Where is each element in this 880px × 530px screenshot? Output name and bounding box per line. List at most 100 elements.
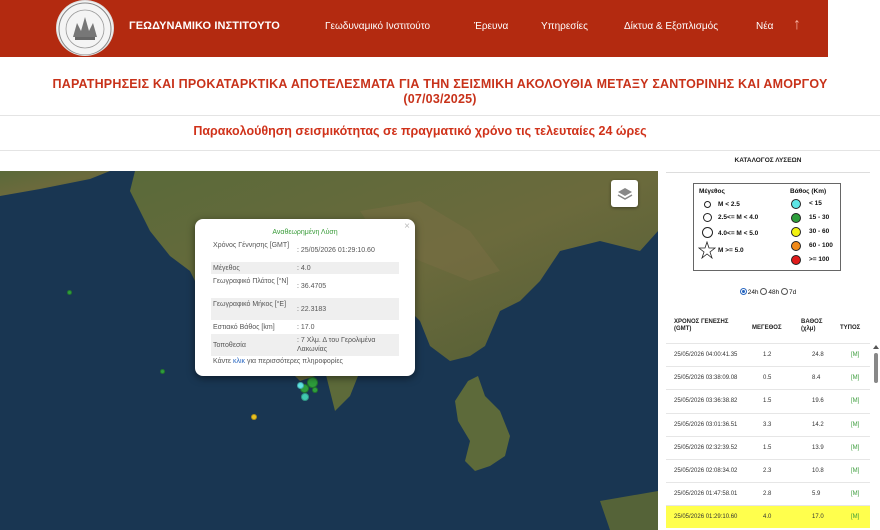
- magnitude-large-icon: [702, 227, 713, 238]
- popup-value: : 7 Χλμ. Δ του Γερολιμένα Λακωνίας: [297, 337, 376, 353]
- cell-origin-time: 25/05/2026 03:38:09.08: [674, 375, 738, 382]
- table-row[interactable]: 25/05/2026 02:08:34.02 2.3 10.8 [M]: [666, 459, 870, 482]
- cell-magnitude: 3.3: [763, 421, 772, 428]
- popup-label: Γεωγραφικό Μήκος [°E]: [213, 301, 287, 308]
- column-header-type[interactable]: ΤΥΠΟΣ: [840, 325, 860, 332]
- popup-row-location: Τοποθεσία : 7 Χλμ. Δ του Γερολιμένα Λακω…: [211, 334, 399, 356]
- table-row[interactable]: 25/05/2026 03:36:38.82 1.5 19.6 [M]: [666, 389, 870, 412]
- popup-value: : 4.0: [297, 265, 311, 272]
- table-row[interactable]: 25/05/2026 03:38:09.08 0.5 8.4 [M]: [666, 366, 870, 389]
- legend-magnitude-label: 4.0<= M < 5.0: [718, 230, 759, 237]
- popup-label: Εστιακό Βάθος [km]: [213, 324, 275, 331]
- cell-depth: 19.6: [812, 398, 824, 405]
- cell-origin-time: 25/05/2026 02:08:34.02: [674, 468, 738, 474]
- cell-type: [M]: [851, 375, 860, 382]
- earthquake-marker[interactable]: [160, 369, 165, 374]
- cell-depth: 24.8: [812, 352, 824, 358]
- map-legend: Μέγεθος M < 2.5 2.5<= M < 4.0 4.0<= M < …: [693, 183, 841, 271]
- magnitude-small-icon: [704, 201, 711, 208]
- table-row[interactable]: 25/05/2026 01:29:10.60 4.0 17.0 [M]: [666, 505, 870, 529]
- time-filter: 24h 48h 7d: [666, 288, 870, 296]
- cell-magnitude: 1.5: [763, 444, 772, 451]
- magnitude-medium-icon: [703, 213, 712, 222]
- popup-label: Τοποθεσία: [213, 342, 246, 349]
- nav-geodynamic-institute[interactable]: Γεωδυναμικό Ινστιτούτο: [325, 21, 430, 32]
- popup-label: Γεωγραφικό Πλάτος [°N]: [213, 278, 289, 285]
- scroll-up-arrow-icon[interactable]: ↑: [793, 16, 801, 34]
- cell-type: [M]: [851, 444, 860, 451]
- institute-logo[interactable]: [56, 0, 114, 56]
- depth-color-swatch: [791, 199, 801, 209]
- cell-type: [M]: [851, 514, 860, 521]
- legend-depth-label: 30 - 60: [809, 228, 830, 235]
- popup-row-latitude: Γεωγραφικό Πλάτος [°N] : 36.4705: [211, 275, 399, 297]
- radio-24h[interactable]: [739, 288, 747, 295]
- popup-value: : 22.3183: [297, 306, 327, 313]
- earthquake-marker[interactable]: [67, 290, 72, 295]
- cell-type: [M]: [851, 491, 860, 498]
- popup-label: Χρόνος Γέννησης [GMT]: [213, 242, 290, 249]
- nav-services[interactable]: Υπηρεσίες: [541, 21, 588, 32]
- cell-origin-time: 25/05/2026 01:29:10.60: [674, 514, 738, 521]
- legend-depth-label: >= 100: [809, 256, 830, 263]
- cell-origin-time: 25/05/2026 04:00:41.35: [674, 352, 738, 358]
- column-header-origin-time[interactable]: ΧΡΟΝΟΣ ΓΕΝΕΣΗΣ (GMT): [674, 319, 734, 333]
- table-row[interactable]: 25/05/2026 01:47:58.01 2.8 5.9 [M]: [666, 482, 870, 505]
- popup-row-depth: Εστιακό Βάθος [km] : 17.0: [211, 321, 399, 333]
- earthquake-marker[interactable]: [312, 387, 318, 393]
- cell-type: [M]: [851, 468, 860, 474]
- radio-7d[interactable]: [781, 288, 789, 295]
- earthquake-marker[interactable]: [297, 382, 304, 389]
- cell-depth: 17.0: [812, 514, 824, 521]
- popup-value: : 36.4705: [297, 283, 327, 290]
- legend-depth-label: 15 - 30: [809, 214, 830, 221]
- cell-origin-time: 25/05/2026 02:32:39.52: [674, 444, 738, 451]
- popup-row-origin-time: Χρόνος Γέννησης [GMT] : 25/05/2026 01:29…: [211, 239, 399, 261]
- radio-label-24h: 24h: [747, 289, 759, 296]
- top-navbar: ΓΕΩΔΥΝΑΜΙΚΟ ΙΝΣΤΙΤΟΥΤΟ Γεωδυναμικό Ινστι…: [0, 0, 828, 57]
- radio-48h[interactable]: [760, 288, 768, 295]
- popup-more-info-link[interactable]: κλικ: [233, 358, 245, 365]
- cell-depth: 13.9: [812, 444, 824, 451]
- nav-networks-equipment[interactable]: Δίκτυα & Εξοπλισμός: [624, 21, 718, 32]
- table-row[interactable]: 25/05/2026 03:01:36.51 3.3 14.2 [M]: [666, 412, 870, 436]
- cell-origin-time: 25/05/2026 03:01:36.51: [674, 421, 738, 428]
- brand-name[interactable]: ΓΕΩΔΥΝΑΜΙΚΟ ΙΝΣΤΙΤΟΥΤΟ: [129, 20, 280, 32]
- popup-row-magnitude: Μέγεθος : 4.0: [211, 262, 399, 274]
- page-subtitle: Παρακολούθηση σεισμικότητας σε πραγματικ…: [193, 124, 647, 138]
- layers-button[interactable]: [611, 180, 638, 207]
- cell-magnitude: 4.0: [763, 514, 772, 521]
- popup-footer: Κάντε κλικ για περισσότερες πληροφορίες: [213, 358, 343, 365]
- list-scrollbar[interactable]: [873, 345, 879, 530]
- earthquake-marker[interactable]: [251, 414, 257, 420]
- cell-depth: 10.8: [812, 468, 824, 474]
- page-title-line1: ΠΑΡΑΤΗΡΗΣΕΙΣ ΚΑΙ ΠΡΟΚΑΤΑΡΚΤΙΚΑ ΑΠΟΤΕΛΕΣΜ…: [52, 77, 828, 91]
- legend-depth-label: < 15: [809, 200, 822, 207]
- earthquake-marker[interactable]: [301, 393, 309, 401]
- legend-magnitude-label: M < 2.5: [718, 201, 740, 208]
- cell-type: [M]: [851, 352, 860, 358]
- column-header-depth[interactable]: ΒΑΘΟΣ (χλμ): [801, 319, 833, 333]
- cell-magnitude: 1.5: [763, 398, 772, 405]
- legend-depth-label: 60 - 100: [809, 242, 833, 249]
- earthquake-popup: × Αναθεωρημένη Λύση Χρόνος Γέννησης [GMT…: [195, 219, 415, 376]
- catalog-panel: ΚΑΤΑΛΟΓΟΣ ΛΥΣΕΩΝ Μέγεθος M < 2.5 2.5<= M…: [666, 150, 870, 530]
- cell-magnitude: 1.2: [763, 352, 772, 358]
- depth-color-swatch: [791, 241, 801, 251]
- nav-research[interactable]: Έρευνα: [474, 21, 508, 32]
- legend-magnitude-label: 2.5<= M < 4.0: [718, 214, 759, 221]
- popup-value: : 25/05/2026 01:29:10.60: [297, 247, 375, 254]
- depth-color-swatch: [791, 227, 801, 237]
- column-header-magnitude[interactable]: ΜΕΓΕΘΟΣ: [752, 325, 782, 332]
- cell-origin-time: 25/05/2026 01:47:58.01: [674, 491, 738, 498]
- page-title: ΠΑΡΑΤΗΡΗΣΕΙΣ ΚΑΙ ΠΡΟΚΑΤΑΡΚΤΙΚΑ ΑΠΟΤΕΛΕΣΜ…: [0, 77, 880, 107]
- table-row[interactable]: 25/05/2026 04:00:41.35 1.2 24.8 [M]: [666, 343, 870, 366]
- popup-label: Μέγεθος: [213, 265, 240, 272]
- cell-depth: 14.2: [812, 421, 824, 428]
- cell-magnitude: 2.3: [763, 468, 772, 474]
- nav-news[interactable]: Νέα: [756, 21, 773, 32]
- cell-origin-time: 25/05/2026 03:36:38.82: [674, 398, 738, 405]
- cell-type: [M]: [851, 421, 860, 428]
- table-row[interactable]: 25/05/2026 02:32:39.52 1.5 13.9 [M]: [666, 435, 870, 459]
- layers-icon: [617, 187, 632, 200]
